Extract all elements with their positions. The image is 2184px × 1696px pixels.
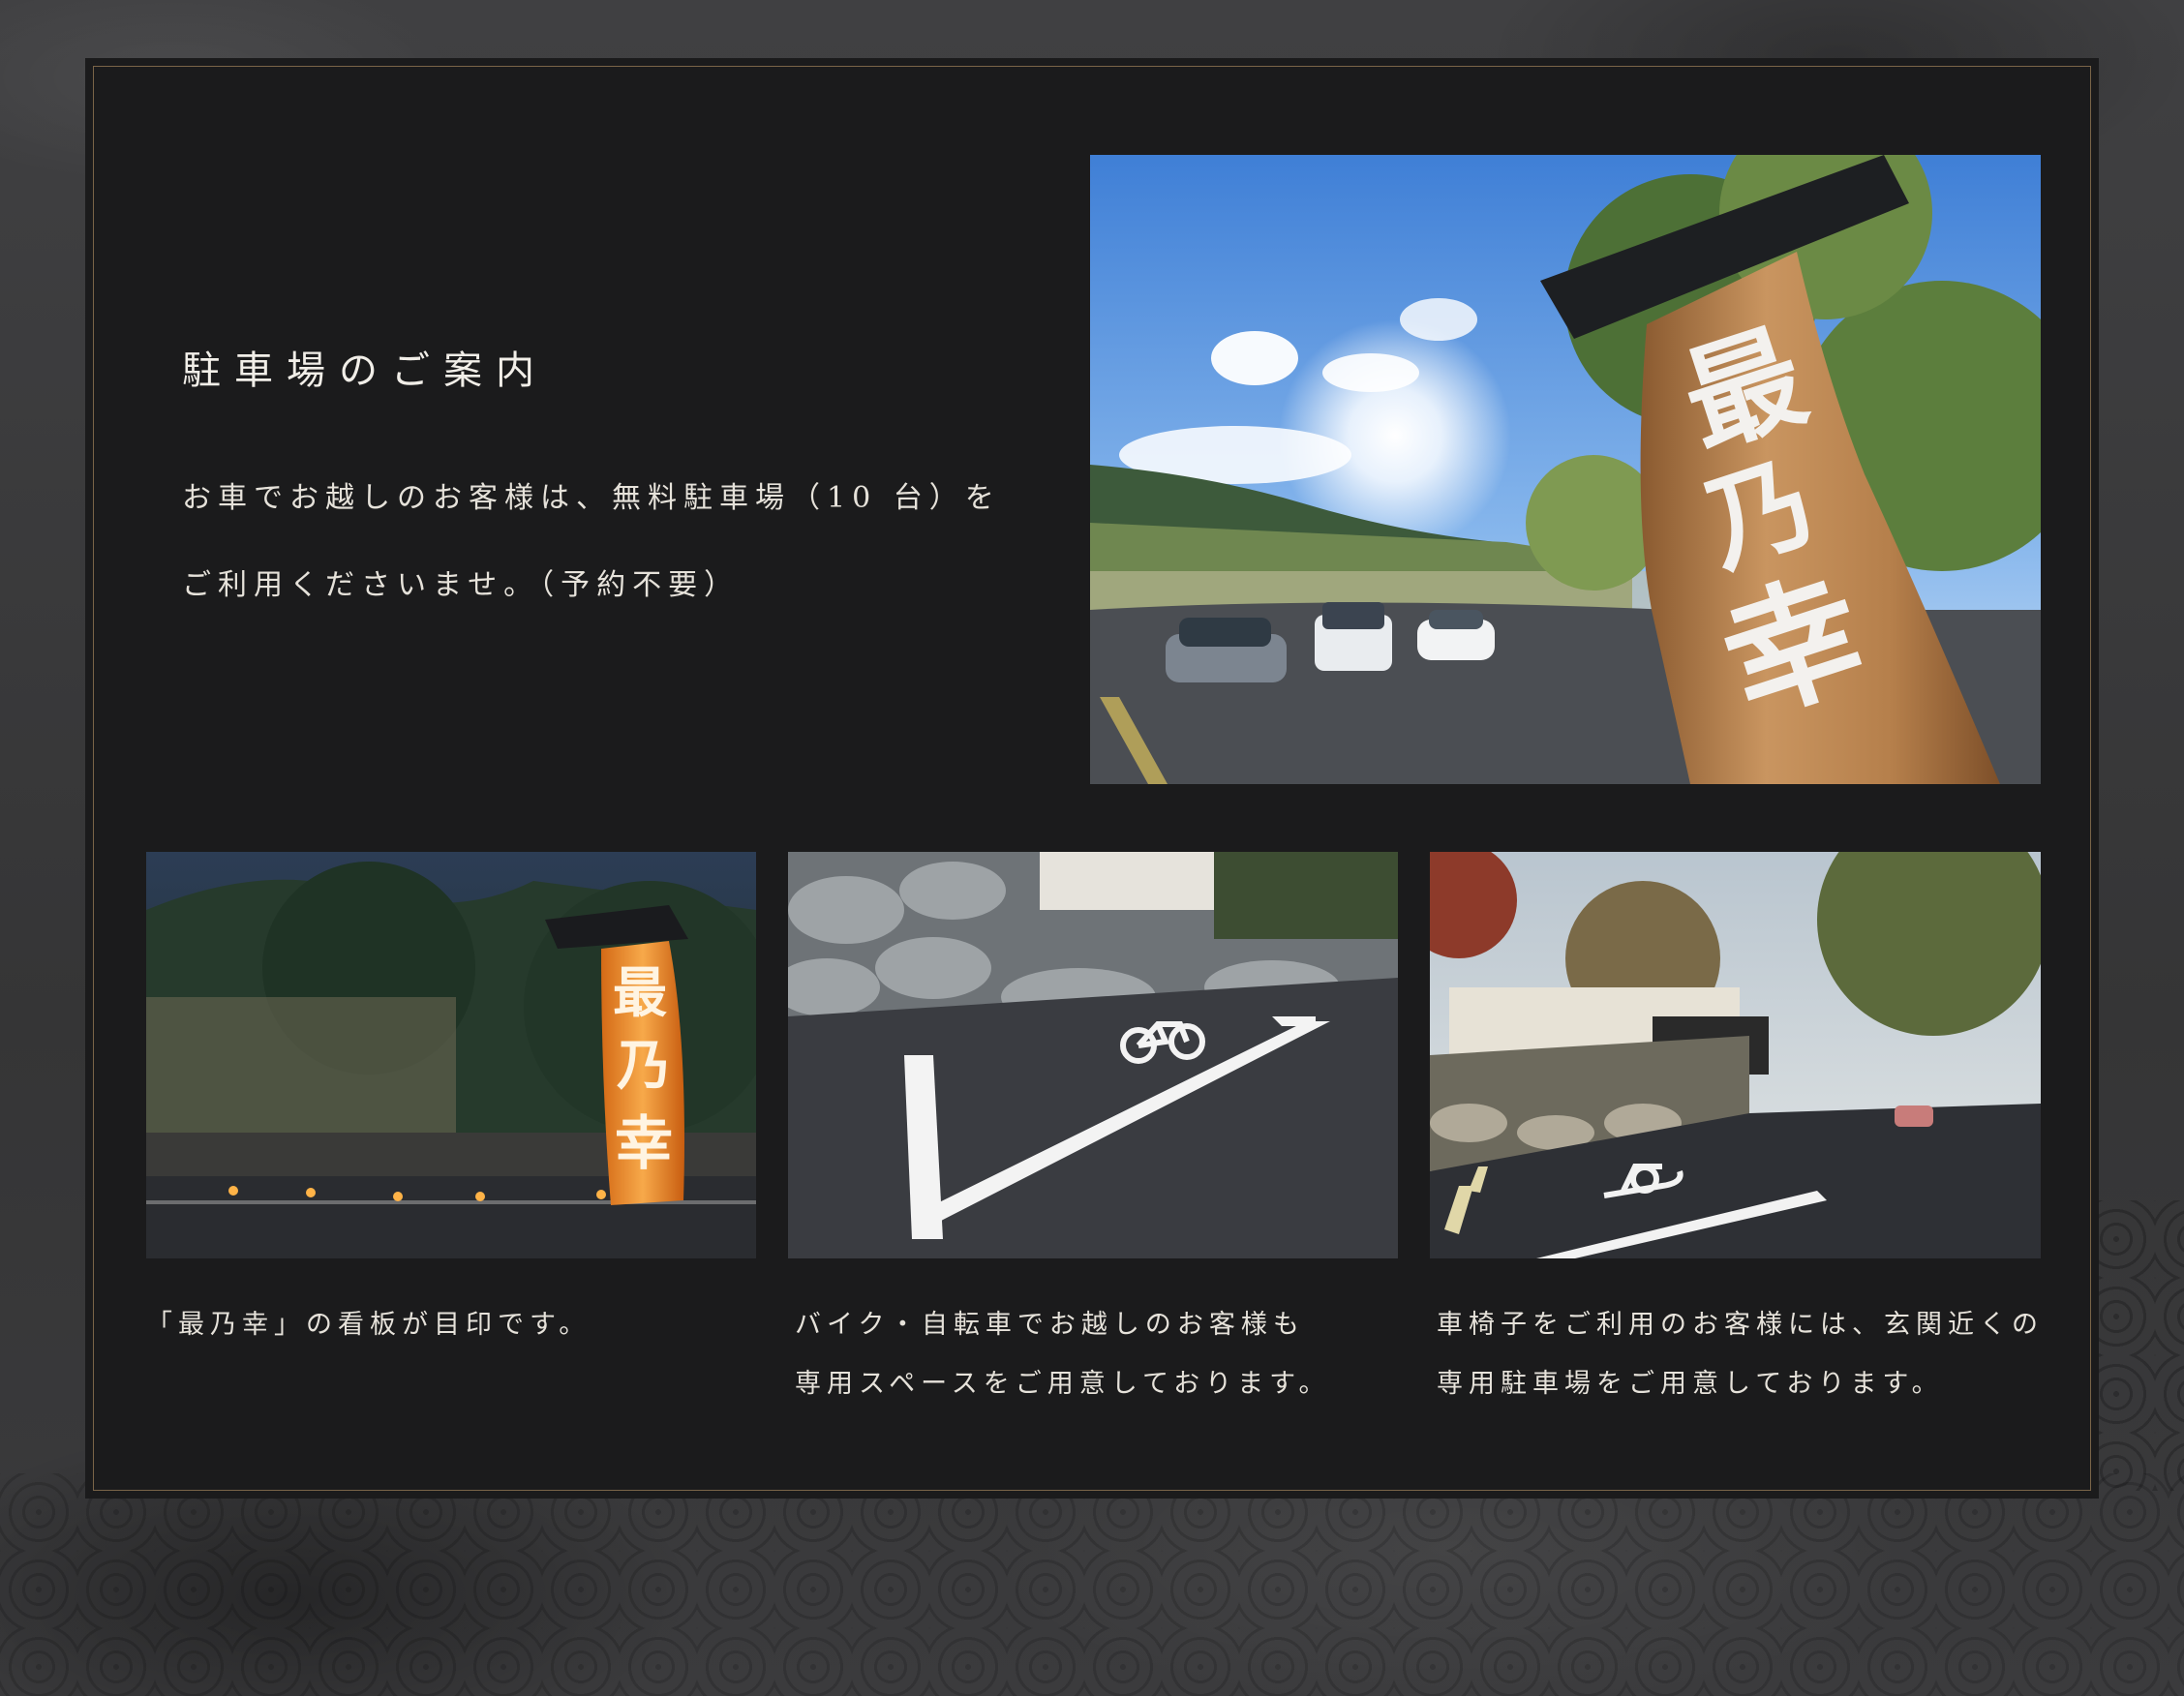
lead-line-1: お車でお越しのお客様は、無料駐車場（10 台）を xyxy=(182,481,1001,515)
glow-sign-char-1: 最 xyxy=(613,961,667,1025)
parking-lead-text: お車でお越しのお客様は、無料駐車場（10 台）を ご利用くださいませ。（予約不要… xyxy=(182,455,1034,629)
seigaiha-wave-pattern xyxy=(0,1473,2184,1696)
bike-photo-illustration xyxy=(788,852,1398,1258)
hero-parking-photo: 最 乃 幸 xyxy=(1090,155,2041,784)
lead-line-2: ご利用くださいませ。（予約不要） xyxy=(182,568,741,602)
glow-sign-char-3: 幸 xyxy=(615,1110,673,1178)
signboard-caption: 「最乃幸」の看板が目印です。 xyxy=(146,1295,766,1354)
accessible-caption: 車椅子をご利用のお客様には、玄関近くの 専用駐車場をご用意しております。 xyxy=(1437,1295,2056,1413)
section-title: 駐車場のご案内 xyxy=(182,348,548,393)
glow-sign-char-2: 乃 xyxy=(617,1034,671,1098)
bike-caption-line-1: バイク・自転車でお越しのお客様も xyxy=(795,1310,1305,1340)
bike-caption: バイク・自転車でお越しのお客様も 専用スペースをご用意しております。 xyxy=(795,1295,1414,1413)
accessible-caption-line-2: 専用駐車場をご用意しております。 xyxy=(1437,1369,1944,1399)
hero-photo-illustration: 最 乃 幸 xyxy=(1090,155,2041,784)
signboard-photo: 最 乃 幸 xyxy=(146,852,756,1258)
bike-caption-line-2: 専用スペースをご用意しております。 xyxy=(795,1369,1331,1399)
signboard-photo-illustration: 最 乃 幸 xyxy=(146,852,756,1258)
parking-info-panel: 駐車場のご案内 お車でお越しのお客様は、無料駐車場（10 台）を ご利用ください… xyxy=(85,58,2099,1499)
accessible-caption-line-1: 車椅子をご利用のお客様には、玄関近くの xyxy=(1437,1310,2044,1340)
accessible-photo-illustration xyxy=(1430,852,2041,1258)
signboard-caption-line: 「最乃幸」の看板が目印です。 xyxy=(146,1310,592,1340)
accessible-parking-photo xyxy=(1430,852,2041,1258)
bike-parking-photo xyxy=(788,852,1398,1258)
